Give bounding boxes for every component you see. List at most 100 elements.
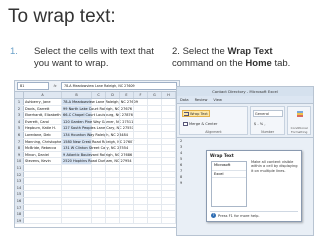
- cell-empty[interactable]: [148, 151, 162, 158]
- row-header[interactable]: 14: [15, 184, 24, 191]
- cell-empty[interactable]: [92, 131, 106, 138]
- column-header-h[interactable]: H: [162, 92, 176, 98]
- cell-name[interactable]: Stevens, Kevin: [24, 158, 62, 164]
- cell-empty[interactable]: [148, 211, 162, 217]
- select-all-corner[interactable]: [15, 92, 24, 98]
- cell-empty[interactable]: [106, 138, 120, 145]
- cell-empty[interactable]: [92, 178, 106, 184]
- cell-address[interactable]: 120 Garden Pine Way Garner, NC 27511: [62, 118, 133, 125]
- row-header[interactable]: 9: [15, 151, 24, 158]
- cell-name[interactable]: McBride, Rebecca: [24, 145, 62, 151]
- cell-empty[interactable]: [134, 178, 148, 184]
- cell-empty[interactable]: [120, 131, 134, 138]
- row-header[interactable]: 10: [15, 158, 24, 164]
- cell-empty[interactable]: [106, 204, 120, 211]
- cell-empty[interactable]: [92, 118, 106, 125]
- cell-empty[interactable]: [148, 171, 162, 178]
- cell-address[interactable]: [62, 164, 92, 171]
- cell-empty[interactable]: [106, 178, 120, 184]
- cell-empty[interactable]: [162, 125, 176, 131]
- cell-empty[interactable]: [134, 217, 148, 224]
- column-header-b[interactable]: B: [62, 92, 92, 98]
- row-header[interactable]: 18: [15, 211, 24, 217]
- cell-empty[interactable]: [162, 171, 176, 178]
- cell-empty[interactable]: [106, 112, 120, 118]
- cell-name[interactable]: [24, 191, 62, 197]
- cell-empty[interactable]: [162, 211, 176, 217]
- cell-empty[interactable]: [162, 197, 176, 204]
- cell-empty[interactable]: [92, 151, 106, 158]
- cell-empty[interactable]: [162, 191, 176, 197]
- cell-address[interactable]: 66-C Chapel Court Louisburg, NC 27876: [62, 112, 133, 118]
- cell-empty[interactable]: [148, 145, 162, 151]
- column-header-d[interactable]: D: [106, 92, 120, 98]
- cell-empty[interactable]: [162, 184, 176, 191]
- cell-empty[interactable]: [106, 151, 120, 158]
- cell-empty[interactable]: [106, 211, 120, 217]
- cell-address[interactable]: [62, 204, 92, 211]
- row-header[interactable]: 16: [15, 197, 24, 204]
- cell-empty[interactable]: [120, 138, 134, 145]
- cell-empty[interactable]: [92, 204, 106, 211]
- tab-view[interactable]: View: [210, 96, 225, 103]
- cell-empty[interactable]: [148, 197, 162, 204]
- cell-address[interactable]: [62, 217, 92, 224]
- number-format-select[interactable]: General: [252, 110, 283, 117]
- cell-name[interactable]: [24, 184, 62, 191]
- cell-empty[interactable]: [162, 118, 176, 125]
- row-header[interactable]: 2: [15, 105, 24, 112]
- fx-icon[interactable]: fx: [49, 84, 61, 88]
- cell-name[interactable]: Ashberry, Jane: [24, 99, 62, 105]
- cell-name[interactable]: [24, 164, 62, 171]
- cell-empty[interactable]: [92, 184, 106, 191]
- column-header-e[interactable]: E: [120, 92, 134, 98]
- cell-empty[interactable]: [92, 99, 106, 105]
- cell-empty[interactable]: [92, 191, 106, 197]
- cell-empty[interactable]: [134, 118, 148, 125]
- cell-empty[interactable]: [134, 145, 148, 151]
- cell-empty[interactable]: [120, 151, 134, 158]
- cell-empty[interactable]: [106, 158, 120, 164]
- cell-address[interactable]: 131 W Clinton Street Cary, NC 27554: [62, 145, 128, 151]
- cell-empty[interactable]: [120, 158, 134, 164]
- cell-empty[interactable]: [120, 217, 134, 224]
- cell-address[interactable]: [62, 191, 92, 197]
- tab-data[interactable]: Data: [177, 96, 192, 103]
- cell-empty[interactable]: [162, 138, 176, 145]
- row-header[interactable]: 1: [15, 99, 24, 105]
- cell-empty[interactable]: [106, 105, 120, 112]
- cell-empty[interactable]: [134, 164, 148, 171]
- cell-empty[interactable]: [92, 125, 106, 131]
- tab-review[interactable]: Review: [192, 96, 211, 103]
- cell-empty[interactable]: [120, 197, 134, 204]
- cell-empty[interactable]: [162, 164, 176, 171]
- name-box[interactable]: B1: [17, 82, 49, 90]
- cell-empty[interactable]: [162, 151, 176, 158]
- cell-empty[interactable]: [162, 105, 176, 112]
- cell-name[interactable]: Everett, Carol: [24, 118, 62, 125]
- row-header[interactable]: 11: [15, 164, 24, 171]
- row-header[interactable]: 4: [15, 118, 24, 125]
- cell-name[interactable]: [24, 204, 62, 211]
- cell-empty[interactable]: [162, 99, 176, 105]
- cell-empty[interactable]: [120, 145, 134, 151]
- cell-name[interactable]: Hepburn, Katie H.: [24, 125, 62, 131]
- cell-empty[interactable]: [120, 204, 134, 211]
- row-header[interactable]: 19: [15, 217, 24, 224]
- cell-empty[interactable]: [120, 105, 134, 112]
- cell-empty[interactable]: [162, 158, 176, 164]
- cell-name[interactable]: [24, 217, 62, 224]
- cell-address[interactable]: 9 Atlantic Boulevard Raleigh, NC 27686: [62, 151, 132, 158]
- cell-empty[interactable]: [120, 184, 134, 191]
- cell-empty[interactable]: [162, 131, 176, 138]
- cell-empty[interactable]: [120, 118, 134, 125]
- cell-empty[interactable]: [162, 204, 176, 211]
- cell-empty[interactable]: [92, 171, 106, 178]
- cell-empty[interactable]: [134, 131, 148, 138]
- cell-empty[interactable]: [92, 164, 106, 171]
- cell-address[interactable]: 127 South Peoples Lane Cary, NC 27557: [62, 125, 134, 131]
- cell-empty[interactable]: [120, 191, 134, 197]
- row-header[interactable]: 5: [15, 125, 24, 131]
- column-header-g[interactable]: G: [148, 92, 162, 98]
- number-symbols[interactable]: $ - % ,: [253, 120, 267, 127]
